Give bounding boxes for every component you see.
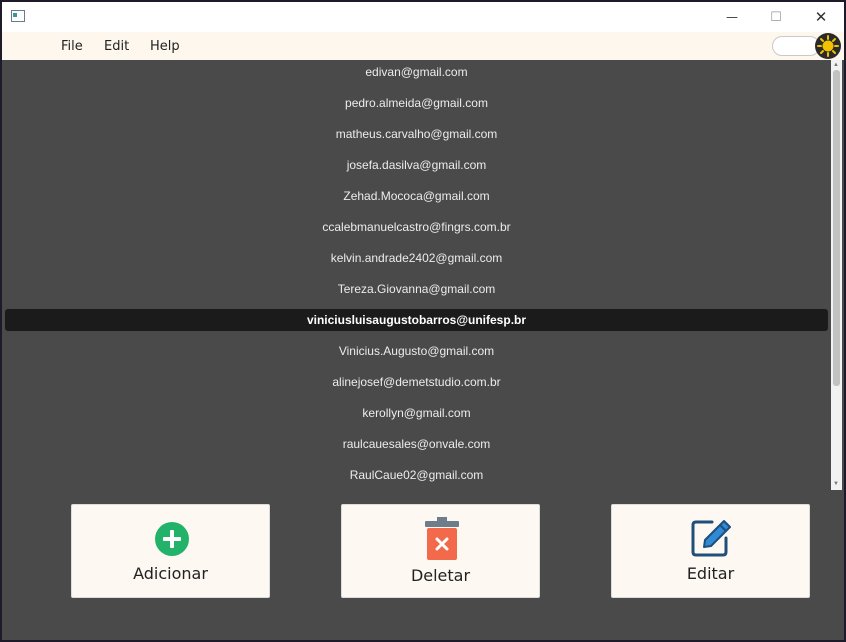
title-bar: — ☐ ✕ [2,2,844,32]
edit-icon [691,520,731,557]
add-button-label: Adicionar [133,564,208,583]
email-list-item[interactable]: kerollyn@gmail.com [5,402,828,424]
email-list-item[interactable]: edivan@gmail.com [5,61,828,83]
app-window: — ☐ ✕ File Edit Help edivan@gmail.com ped… [2,2,844,640]
email-list-item[interactable]: Tereza.Giovanna@gmail.com [5,278,828,300]
email-list-item[interactable]: matheus.carvalho@gmail.com [5,123,828,145]
delete-button-label: Deletar [410,566,471,585]
email-list-item[interactable]: raulcauesales@onvale.com [5,433,828,455]
delete-button[interactable]: Deletar [341,504,540,598]
email-list-item[interactable]: Zehad.Mococa@gmail.com [5,185,828,207]
menu-file[interactable]: File [61,39,83,54]
scrollbar[interactable]: ▲ ▼ [831,60,842,490]
email-list: edivan@gmail.com pedro.almeida@gmail.com m… [2,60,830,490]
menu-help[interactable]: Help [150,39,180,54]
email-list-item[interactable]: alinejosef@demetstudio.com.br [5,371,828,393]
add-button[interactable]: Adicionar [71,504,270,598]
email-list-item[interactable]: ccalebmanuelcastro@fingrs.com.br [5,216,828,238]
edit-button[interactable]: Editar [611,504,810,598]
maximize-button[interactable]: ☐ [753,2,799,32]
scroll-up-arrow[interactable]: ▲ [833,62,839,68]
email-list-item[interactable]: kelvin.andrade2402@gmail.com [5,247,828,269]
theme-toggle[interactable] [772,36,820,56]
close-button[interactable]: ✕ [798,2,844,32]
scroll-down-arrow[interactable]: ▼ [833,481,839,487]
app-icon [11,10,25,22]
email-list-item[interactable]: pedro.almeida@gmail.com [5,92,828,114]
plus-circle-icon [155,522,189,556]
email-list-item[interactable]: RaulCaue02@gmail.com [5,464,828,486]
sun-icon[interactable] [814,32,842,60]
trash-icon [425,517,459,560]
edit-button-label: Editar [686,564,735,583]
email-list-item[interactable]: viniciusluisaugustobarros@unifesp.br [5,309,828,331]
email-list-item[interactable]: josefa.dasilva@gmail.com [5,154,828,176]
menu-bar: File Edit Help [2,32,844,60]
email-list-item[interactable]: Vinicius.Augusto@gmail.com [5,340,828,362]
minimize-button[interactable]: — [709,2,755,32]
menu-edit[interactable]: Edit [104,39,129,54]
scrollbar-thumb[interactable] [833,70,840,386]
